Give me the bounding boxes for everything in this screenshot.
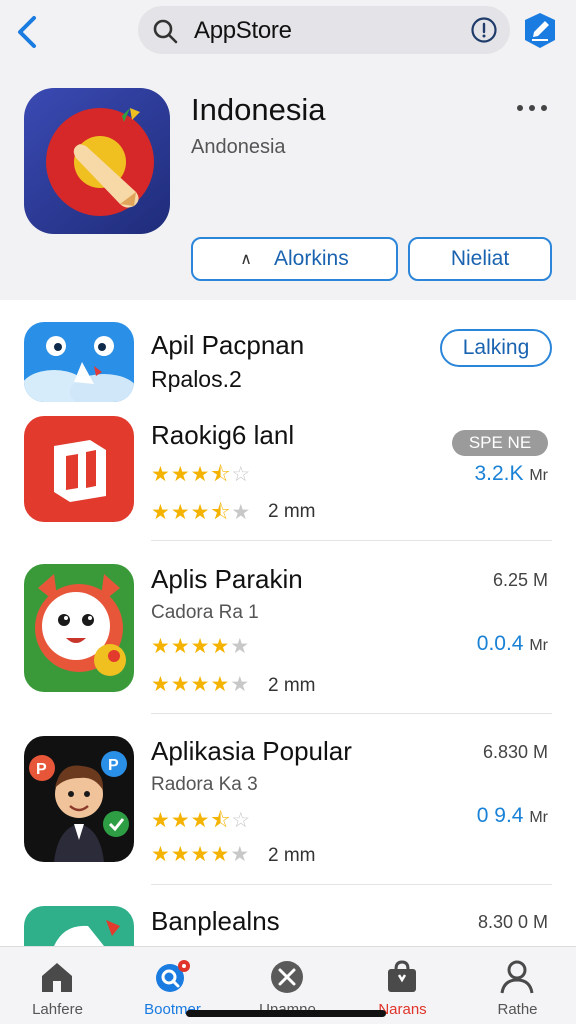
bag-icon: [388, 960, 416, 992]
price-value: 0 9.4: [476, 804, 524, 827]
featured-title: Indonesia: [191, 92, 326, 127]
app-name: Aplis Parakin: [151, 564, 303, 594]
size-unit: M: [533, 912, 548, 932]
divider: [151, 713, 552, 714]
featured-logo-graphic: [46, 108, 154, 216]
svg-text:P: P: [108, 757, 119, 774]
home-icon: [42, 963, 72, 992]
tab-label: Lahfere: [32, 1001, 83, 1018]
app-icon-cat: [24, 564, 134, 692]
app-subtitle: Radora Ka 3: [151, 774, 258, 795]
back-chevron-icon[interactable]: [12, 12, 46, 52]
app-name: Raokig6 lanl: [151, 420, 295, 450]
app-size: 8.30 0 M: [478, 912, 548, 933]
size-unit: M: [533, 742, 548, 762]
app-icon-green: [24, 906, 134, 946]
download-count: 2 mm: [268, 675, 316, 696]
app-price[interactable]: 0.0.4 Mr: [477, 632, 548, 656]
search-icon: [153, 19, 178, 44]
star-rating-secondary: ★★★★★: [151, 673, 251, 696]
divider: [151, 884, 552, 885]
featured-secondary-button[interactable]: Nieliat: [408, 237, 552, 281]
compose-icon[interactable]: [520, 10, 560, 52]
price-unit: Mr: [529, 637, 548, 654]
search-bar[interactable]: AppStore: [138, 6, 510, 54]
search-input[interactable]: AppStore: [194, 17, 292, 45]
download-count: 2 mm: [268, 845, 316, 866]
price-unit: Mr: [529, 809, 548, 826]
download-count: 2 mm: [268, 501, 316, 522]
star-rating: ★★★⯪☆: [151, 809, 252, 832]
search-badge-icon: [156, 960, 190, 992]
tab-label: Rathe: [497, 1001, 538, 1018]
app-name: Aplikasia Popular: [151, 736, 352, 766]
star-rating-secondary: ★★★⯪★: [151, 501, 252, 524]
size-value: 6.830: [482, 742, 528, 762]
app-action-button[interactable]: Lalking: [440, 329, 552, 367]
price-value: 3.2.K: [474, 462, 524, 485]
app-icon-person: P P: [24, 736, 134, 862]
app-subtitle: Rpalos.2: [151, 366, 242, 392]
app-price[interactable]: 0 9.4 Mr: [477, 804, 548, 828]
more-options-icon[interactable]: [514, 98, 550, 118]
featured-primary-button[interactable]: ∧ Alorkins: [191, 237, 398, 281]
tab-home[interactable]: Lahfere: [0, 947, 115, 1024]
app-price[interactable]: 3.2.K Mr: [474, 462, 548, 486]
app-size: 6.830 M: [483, 742, 548, 763]
person-icon: [500, 960, 534, 994]
featured-app-icon[interactable]: [24, 88, 170, 234]
app-icon-box: [24, 416, 134, 522]
price-value: 0.0.4: [476, 632, 524, 655]
tab-profile[interactable]: Rathe: [460, 947, 575, 1024]
close-circle-icon: [271, 961, 303, 993]
price-unit: Mr: [529, 467, 548, 484]
size-unit: M: [533, 570, 548, 590]
status-badge: SPE NE: [452, 430, 548, 456]
home-indicator[interactable]: [186, 1010, 386, 1017]
caret-up-icon: ∧: [240, 251, 252, 268]
size-value: 8.30 0: [477, 912, 528, 932]
featured-subtitle: Andonesia: [191, 136, 286, 158]
svg-text:P: P: [36, 761, 47, 778]
info-icon[interactable]: [470, 16, 498, 44]
star-rating-secondary: ★★★★★: [151, 843, 251, 866]
star-rating: ★★★★★: [151, 635, 251, 658]
app-subtitle: Cadora Ra 1: [151, 602, 259, 623]
app-name: Banplealns: [151, 906, 280, 936]
app-size: 6.25 M: [493, 570, 548, 591]
app-icon-bird: [24, 322, 134, 402]
featured-primary-label: Alorkins: [274, 247, 349, 270]
app-name: Apil Pacpnan: [151, 330, 305, 360]
divider: [151, 540, 552, 541]
size-value: 6.25: [492, 570, 528, 590]
star-rating: ★★★⯪☆: [151, 463, 252, 486]
featured-secondary-label: Nieliat: [450, 247, 510, 270]
